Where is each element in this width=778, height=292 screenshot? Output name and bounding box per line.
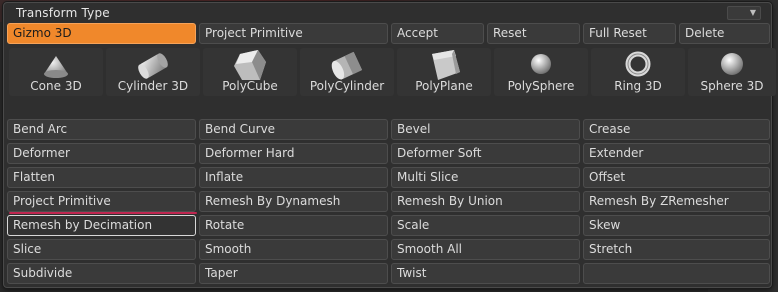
extender-button[interactable]: Extender [583,143,770,164]
chevron-down-icon: ▼ [749,8,756,17]
cylinder-3d-button[interactable]: Cylinder 3D [106,48,200,96]
multi-slice-button[interactable]: Multi Slice [391,167,580,188]
primitive-label: PolyCylinder [309,79,385,93]
popup-header: Transform Type ▼ [4,3,771,23]
cone-3d-button[interactable]: Cone 3D [9,48,103,96]
transform-type-popup: Transform Type ▼ Gizmo 3D Project Primit… [3,2,776,288]
project-primitive-top-button[interactable]: Project Primitive [199,23,388,44]
twist-button[interactable]: Twist [391,263,580,284]
polycylinder-button[interactable]: PolyCylinder [300,48,394,96]
remesh-by-dynamesh-button[interactable]: Remesh By Dynamesh [199,191,388,212]
primitive-label: PolyPlane [415,79,473,93]
polyplane-icon [432,50,460,80]
ring-3d-button[interactable]: Ring 3D [591,48,685,96]
primitive-label: PolySphere [507,79,575,93]
popup-title: Transform Type [16,6,110,20]
accept-button[interactable]: Accept [391,23,484,44]
delete-button[interactable]: Delete [679,23,770,44]
polysphere-button[interactable]: PolySphere [494,48,588,96]
slice-button[interactable]: Slice [7,239,196,260]
selection-underline [9,212,197,214]
primitive-label: Ring 3D [614,79,662,93]
offset-button[interactable]: Offset [583,167,770,188]
flatten-button[interactable]: Flatten [7,167,196,188]
polysphere-icon [531,54,551,74]
sphere-3d-button[interactable]: Sphere 3D [688,48,776,96]
bevel-button[interactable]: Bevel [391,119,580,140]
remesh-by-union-button[interactable]: Remesh By Union [391,191,580,212]
polycube-button[interactable]: PolyCube [203,48,297,96]
scale-button[interactable]: Scale [391,215,580,236]
crease-button[interactable]: Crease [583,119,770,140]
deformer-button[interactable]: Deformer [7,143,196,164]
remesh-by-decimation-button[interactable]: Remesh by Decimation [7,215,196,236]
full-reset-button[interactable]: Full Reset [583,23,676,44]
polycylinder-icon [331,51,363,80]
remesh-by-zremesher-button[interactable]: Remesh By ZRemesher [583,191,770,212]
primitive-label: PolyCube [222,79,278,93]
primitive-label: Sphere 3D [700,79,764,93]
popup-tools: ▼ [727,5,761,21]
popup-dropdown[interactable]: ▼ [727,6,761,20]
primitive-label: Cone 3D [30,79,82,93]
rotate-button[interactable]: Rotate [199,215,388,236]
taper-button[interactable]: Taper [199,263,388,284]
sphere-icon [721,53,743,75]
smooth-button[interactable]: Smooth [199,239,388,260]
gizmo-3d-button[interactable]: Gizmo 3D [7,23,196,44]
project-primitive-button[interactable]: Project Primitive [7,191,196,212]
stretch-button[interactable]: Stretch [583,239,770,260]
bend-arc-button[interactable]: Bend Arc [7,119,196,140]
empty-slot [583,263,770,284]
inflate-button[interactable]: Inflate [199,167,388,188]
skew-button[interactable]: Skew [583,215,770,236]
bend-curve-button[interactable]: Bend Curve [199,119,388,140]
primitive-buttons: Cone 3D Cylinder 3D PolyCube PolyCylinde… [9,48,776,96]
deformer-hard-button[interactable]: Deformer Hard [199,143,388,164]
smooth-all-button[interactable]: Smooth All [391,239,580,260]
deformer-soft-button[interactable]: Deformer Soft [391,143,580,164]
polycube-icon [234,50,266,80]
polyplane-button[interactable]: PolyPlane [397,48,491,96]
reset-button[interactable]: Reset [487,23,580,44]
ring-icon [625,51,651,77]
primitive-label: Cylinder 3D [117,79,189,93]
cone-icon [44,56,68,78]
cylinder-icon [138,53,168,79]
subdivide-button[interactable]: Subdivide [7,263,196,284]
